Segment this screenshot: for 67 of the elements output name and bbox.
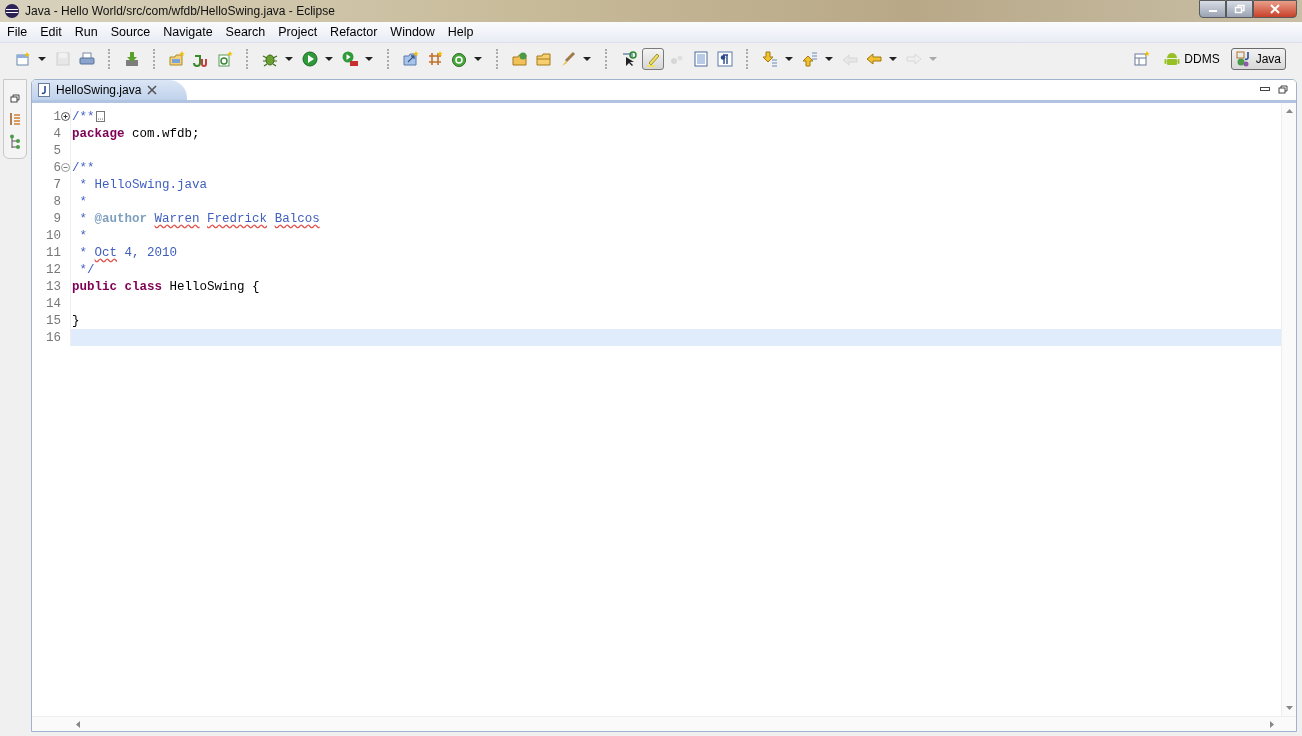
- minimize-icon[interactable]: [1260, 87, 1270, 93]
- code-line: public class HelloSwing {: [72, 279, 260, 294]
- line-number: 11: [45, 245, 61, 260]
- folded-text-icon[interactable]: [95, 111, 105, 122]
- menu-item[interactable]: Navigate: [156, 25, 219, 39]
- menu-item[interactable]: Window: [383, 25, 441, 39]
- line-number: 9: [52, 211, 61, 226]
- menu-item[interactable]: Search: [218, 25, 272, 39]
- paragraph-mark-icon[interactable]: [714, 48, 736, 70]
- scroll-down-icon[interactable]: [1285, 706, 1293, 710]
- code-line: *: [78, 194, 88, 209]
- eclipse-logo-icon: [4, 3, 20, 19]
- line-number: 16: [45, 330, 61, 345]
- scroll-right-icon[interactable]: [1270, 720, 1274, 728]
- menu-item[interactable]: Refactor: [323, 25, 384, 39]
- line-number: 15: [45, 313, 61, 328]
- scroll-up-icon[interactable]: [1285, 109, 1293, 113]
- code-line: /**: [72, 160, 95, 175]
- code-line: }: [72, 313, 80, 328]
- code-line: package com.wfdb;: [72, 126, 200, 141]
- restore-icon[interactable]: [10, 94, 20, 104]
- collapse-icon[interactable]: [61, 163, 70, 172]
- line-number: 10: [45, 228, 61, 243]
- horizontal-scrollbar[interactable]: [32, 716, 1296, 731]
- tab-label: HelloSwing.java: [56, 83, 142, 97]
- window-title: Java - Hello World/src/com/wfdb/HelloSwing.java - Eclipse: [25, 4, 335, 18]
- tree-icon[interactable]: [9, 134, 21, 150]
- perspective-button[interactable]: Java: [1230, 48, 1286, 70]
- hierarchy-icon[interactable]: [9, 112, 21, 126]
- line-number: 5: [52, 143, 61, 158]
- close-icon: [1269, 4, 1281, 14]
- scroll-left-icon[interactable]: [76, 720, 80, 728]
- restore-button[interactable]: [1226, 0, 1253, 18]
- line-number: 13: [45, 279, 61, 294]
- menu-item[interactable]: Project: [271, 25, 324, 39]
- java-file-icon: [38, 83, 50, 97]
- line-number: 7: [52, 177, 61, 192]
- close-button[interactable]: [1253, 0, 1297, 18]
- menu-item[interactable]: Help: [440, 25, 480, 39]
- maximize-icon[interactable]: [1278, 85, 1288, 95]
- code-line: /**: [72, 109, 95, 124]
- line-number: 14: [45, 296, 61, 311]
- menu-item[interactable]: File: [0, 25, 34, 39]
- close-icon[interactable]: [147, 85, 158, 95]
- vertical-scrollbar[interactable]: [1281, 103, 1296, 716]
- perspective-button[interactable]: DDMS: [1159, 48, 1225, 70]
- highlighter-icon[interactable]: [642, 48, 664, 70]
- menu-item[interactable]: Edit: [33, 25, 68, 39]
- menu-item[interactable]: Source: [103, 25, 157, 39]
- code-line: * HelloSwing.java: [78, 177, 208, 192]
- line-number: 8: [52, 194, 61, 209]
- restore-icon: [1233, 4, 1246, 14]
- line-number: 6: [52, 160, 61, 175]
- code-line: *: [78, 228, 88, 243]
- android-icon: [1164, 51, 1181, 67]
- play-icon[interactable]: [299, 48, 321, 70]
- line-number: 4: [52, 126, 61, 141]
- editor-tab[interactable]: HelloSwing.java: [32, 80, 188, 100]
- menu-item[interactable]: Run: [67, 25, 104, 39]
- code-line: * Oct 4, 2010: [78, 245, 178, 260]
- code-line: * @author Warren Fredrick Balcos: [78, 211, 320, 226]
- expand-icon[interactable]: [61, 112, 70, 121]
- line-number: 1: [52, 109, 61, 124]
- java-perspective-icon: [1235, 51, 1252, 67]
- line-number: 12: [45, 262, 61, 277]
- minimize-button[interactable]: [1199, 0, 1226, 18]
- code-line: */: [78, 262, 95, 277]
